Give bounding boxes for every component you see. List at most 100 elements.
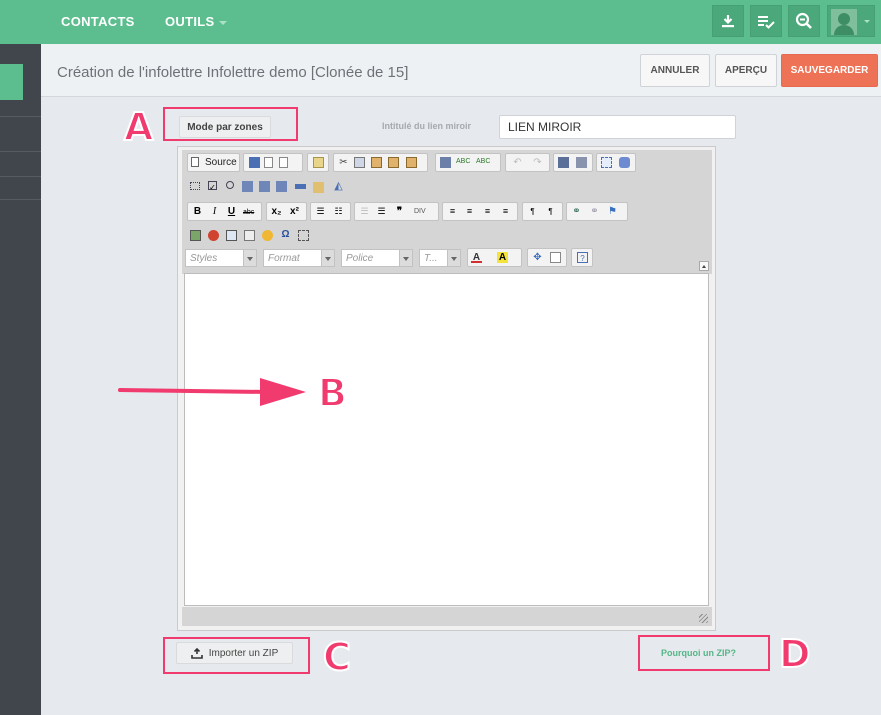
- unlink-icon[interactable]: ⚭: [589, 206, 600, 217]
- indent-icon[interactable]: ☰: [376, 206, 387, 217]
- templates-icon[interactable]: [313, 157, 324, 168]
- mirror-link-label: Intitulé du lien miroir: [382, 121, 472, 131]
- strikethrough-icon[interactable]: abc: [243, 207, 254, 218]
- table-icon[interactable]: [226, 230, 237, 241]
- mirror-link-input[interactable]: [499, 115, 736, 139]
- styles-combo[interactable]: Styles: [185, 249, 257, 267]
- textarea-icon[interactable]: [259, 181, 270, 192]
- bulleted-list-icon[interactable]: ☷: [333, 206, 344, 217]
- image-button-icon[interactable]: [313, 182, 324, 193]
- page-break-icon[interactable]: [298, 230, 309, 241]
- toolbar-group-about: ?: [571, 248, 593, 267]
- button-field-icon[interactable]: [295, 184, 306, 189]
- print-icon[interactable]: [440, 157, 451, 168]
- annotation-arrow: [118, 378, 306, 406]
- outdent-icon[interactable]: ☰: [359, 206, 370, 217]
- form-icon[interactable]: [190, 182, 200, 190]
- paste-icon[interactable]: [371, 157, 382, 168]
- editor-content-area[interactable]: [184, 273, 709, 606]
- save-button[interactable]: SAUVEGARDER: [781, 54, 878, 87]
- find-icon[interactable]: [558, 157, 569, 168]
- bold-icon[interactable]: B: [192, 206, 203, 217]
- flash-icon[interactable]: [208, 230, 219, 241]
- rtl-icon[interactable]: ¶: [545, 206, 556, 217]
- download-button[interactable]: [712, 5, 744, 37]
- font-combo[interactable]: Police: [341, 249, 413, 267]
- select-all-icon[interactable]: [601, 157, 612, 168]
- download-icon: [722, 15, 734, 28]
- show-blocks-icon[interactable]: [550, 252, 561, 263]
- user-menu[interactable]: [827, 5, 875, 37]
- resize-handle-icon[interactable]: [699, 614, 708, 623]
- replace-icon[interactable]: [576, 157, 587, 168]
- nav-contacts[interactable]: CONTACTS: [61, 14, 135, 29]
- annotation-label-c: C: [322, 635, 352, 679]
- image-icon[interactable]: [190, 230, 201, 241]
- maximize-icon[interactable]: ✥: [532, 252, 543, 263]
- text-color-icon[interactable]: A: [471, 252, 482, 263]
- select-field-icon[interactable]: [276, 181, 287, 192]
- underline-icon[interactable]: U: [226, 206, 237, 217]
- subscript-icon[interactable]: x₂: [271, 206, 282, 217]
- toolbar-group-basic-styles: B I U abc: [187, 202, 262, 221]
- cancel-button[interactable]: ANNULER: [640, 54, 710, 87]
- background-color-icon[interactable]: A: [497, 252, 508, 263]
- spellcheck-typing-icon[interactable]: ABC: [476, 156, 490, 167]
- align-justify-icon[interactable]: ≡: [500, 206, 511, 217]
- smiley-icon[interactable]: [262, 230, 273, 241]
- annotation-label-d: D: [778, 632, 812, 676]
- spellcheck-icon[interactable]: ABC: [456, 156, 470, 167]
- preview-button[interactable]: APERÇU: [715, 54, 777, 87]
- nav-outils-label: OUTILS: [165, 14, 215, 29]
- save-icon[interactable]: [249, 157, 260, 168]
- horizontal-rule-icon[interactable]: [244, 230, 255, 241]
- paste-text-icon[interactable]: [388, 157, 399, 168]
- cut-icon[interactable]: ✂: [338, 157, 349, 168]
- radio-icon[interactable]: [226, 181, 234, 189]
- align-right-icon[interactable]: ≡: [482, 206, 493, 217]
- styles-combo-label: Styles: [190, 253, 218, 264]
- toolbar-group-colors: A A: [467, 248, 522, 267]
- toolbar-group-insert: Ω: [187, 226, 319, 245]
- toolbar-group-forms: ✓ ◭: [187, 177, 359, 196]
- special-char-icon[interactable]: Ω: [280, 229, 291, 240]
- italic-icon[interactable]: I: [209, 206, 220, 217]
- zoom-out-button[interactable]: [788, 5, 820, 37]
- align-center-icon[interactable]: ≡: [464, 206, 475, 217]
- size-combo[interactable]: T...: [419, 249, 461, 267]
- tasks-button[interactable]: [750, 5, 782, 37]
- toolbar-group-indent: ☰ ☰ ❞ DIV: [354, 202, 439, 221]
- paste-word-icon[interactable]: [406, 157, 417, 168]
- numbered-list-icon[interactable]: ☰: [315, 206, 326, 217]
- undo-icon[interactable]: ↶: [512, 157, 523, 168]
- chevron-down-icon: [219, 20, 228, 25]
- source-button[interactable]: Source: [187, 153, 240, 172]
- sidebar-divider: [0, 199, 41, 200]
- textfield-icon[interactable]: [242, 181, 253, 192]
- collapse-toolbar-icon[interactable]: [699, 261, 709, 271]
- redo-icon[interactable]: ↷: [532, 157, 543, 168]
- nav-outils[interactable]: OUTILS: [165, 14, 228, 29]
- blockquote-icon[interactable]: ❞: [394, 206, 405, 217]
- preview-icon[interactable]: [279, 157, 288, 168]
- help-icon[interactable]: ?: [577, 252, 588, 263]
- anchor-icon[interactable]: ⚑: [607, 206, 618, 217]
- ltr-icon[interactable]: ¶: [527, 206, 538, 217]
- toolbar-group-clipboard: ✂: [333, 153, 428, 172]
- superscript-icon[interactable]: x²: [289, 206, 300, 217]
- copy-icon[interactable]: [354, 157, 365, 168]
- hidden-field-icon[interactable]: ◭: [333, 181, 344, 192]
- new-page-icon[interactable]: [264, 157, 273, 168]
- checkbox-icon[interactable]: ✓: [208, 181, 217, 192]
- annotation-box-c: [163, 637, 310, 674]
- toolbar-group-lists: ☰ ☷: [310, 202, 351, 221]
- chevron-down-icon: [447, 250, 460, 266]
- eraser-icon[interactable]: [619, 157, 630, 168]
- toolbar-group-find: [553, 153, 593, 172]
- toolbar-group-spell: ABC ABC: [435, 153, 501, 172]
- div-container-icon[interactable]: DIV: [414, 206, 426, 217]
- align-left-icon[interactable]: ≡: [447, 206, 458, 217]
- format-combo[interactable]: Format: [263, 249, 335, 267]
- link-icon[interactable]: ⚭: [571, 206, 582, 217]
- sidebar-item-active[interactable]: [0, 64, 23, 100]
